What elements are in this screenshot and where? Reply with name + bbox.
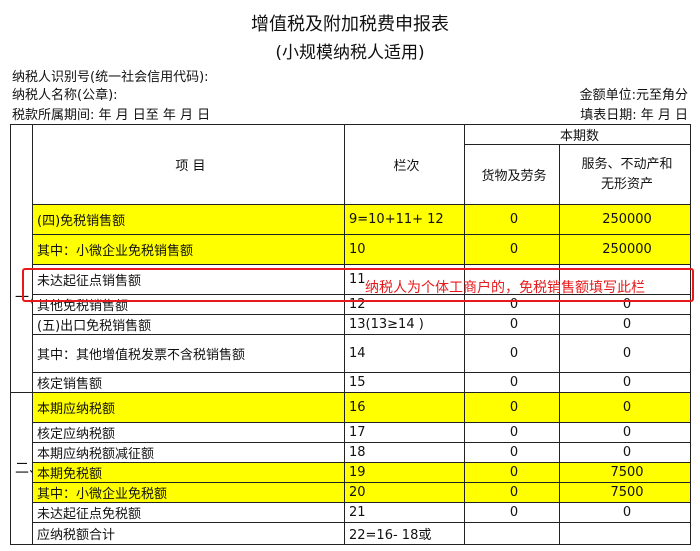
fill-date-label: 填表日期: 年 月 日 — [580, 108, 688, 123]
table-row: 其中：其他增值税发票不含税销售额 14 0 0 — [11, 334, 692, 373]
table-row: 一，计税依据 (四)免税销售额 9=10+11+ 12 0 250000 — [10, 204, 692, 393]
table-row: 其中：小微企业免税额 20 0 7500 — [11, 482, 692, 503]
tax-period-label: 税款所属期间: 年 月 日至 年 月 日 — [12, 108, 211, 123]
table-row: 其中：小微企业免税销售额 10 0 250000 — [11, 234, 692, 265]
table-row: 二、税款计算 本期应纳税额 16 0 0 — [10, 392, 692, 545]
header-col-no: 栏次 — [344, 124, 465, 205]
amount-unit-label: 金额单位:元至角分 — [579, 88, 688, 103]
form-title: 增值税及附加税费申报表 — [251, 14, 449, 35]
table-row: 本期免税额 19 0 7500 — [11, 462, 692, 483]
taxpayer-id-label: 纳税人识别号(统一社会信用代码): — [12, 70, 209, 85]
form-subtitle: (小规模纳税人适用) — [275, 43, 425, 63]
table-row: 未达起征点免税额 21 0 0 — [11, 502, 692, 523]
annotation-note: 纳税人为个体工商户的，免税销售额填写此栏 — [365, 280, 645, 296]
table-row: 应纳税额合计 22=16- 18或 — [11, 522, 692, 545]
section-label-tax-calc: 二、税款计算 — [10, 392, 33, 545]
declaration-table: 项 目 栏次 本期数 货物及劳务 服务、不动产和 无形资产 一，计税依据 (四)… — [10, 124, 692, 545]
header-current-period: 本期数 — [463, 124, 692, 145]
table-row: 核定销售额 15 0 0 — [11, 372, 692, 393]
table-row: 核定应纳税额 17 0 0 — [11, 422, 692, 443]
header-services: 服务、不动产和 无形资产 — [558, 144, 692, 205]
taxpayer-name-label: 纳税人名称(公章): — [12, 88, 118, 103]
table-row: (五)出口免税销售额 13(13≥14 ) 0 0 — [11, 314, 692, 335]
header-goods: 货物及劳务 — [464, 144, 560, 205]
table-row: 本期应纳税额减征额 18 0 0 — [11, 442, 692, 463]
header-item: 项 目 — [32, 124, 345, 205]
